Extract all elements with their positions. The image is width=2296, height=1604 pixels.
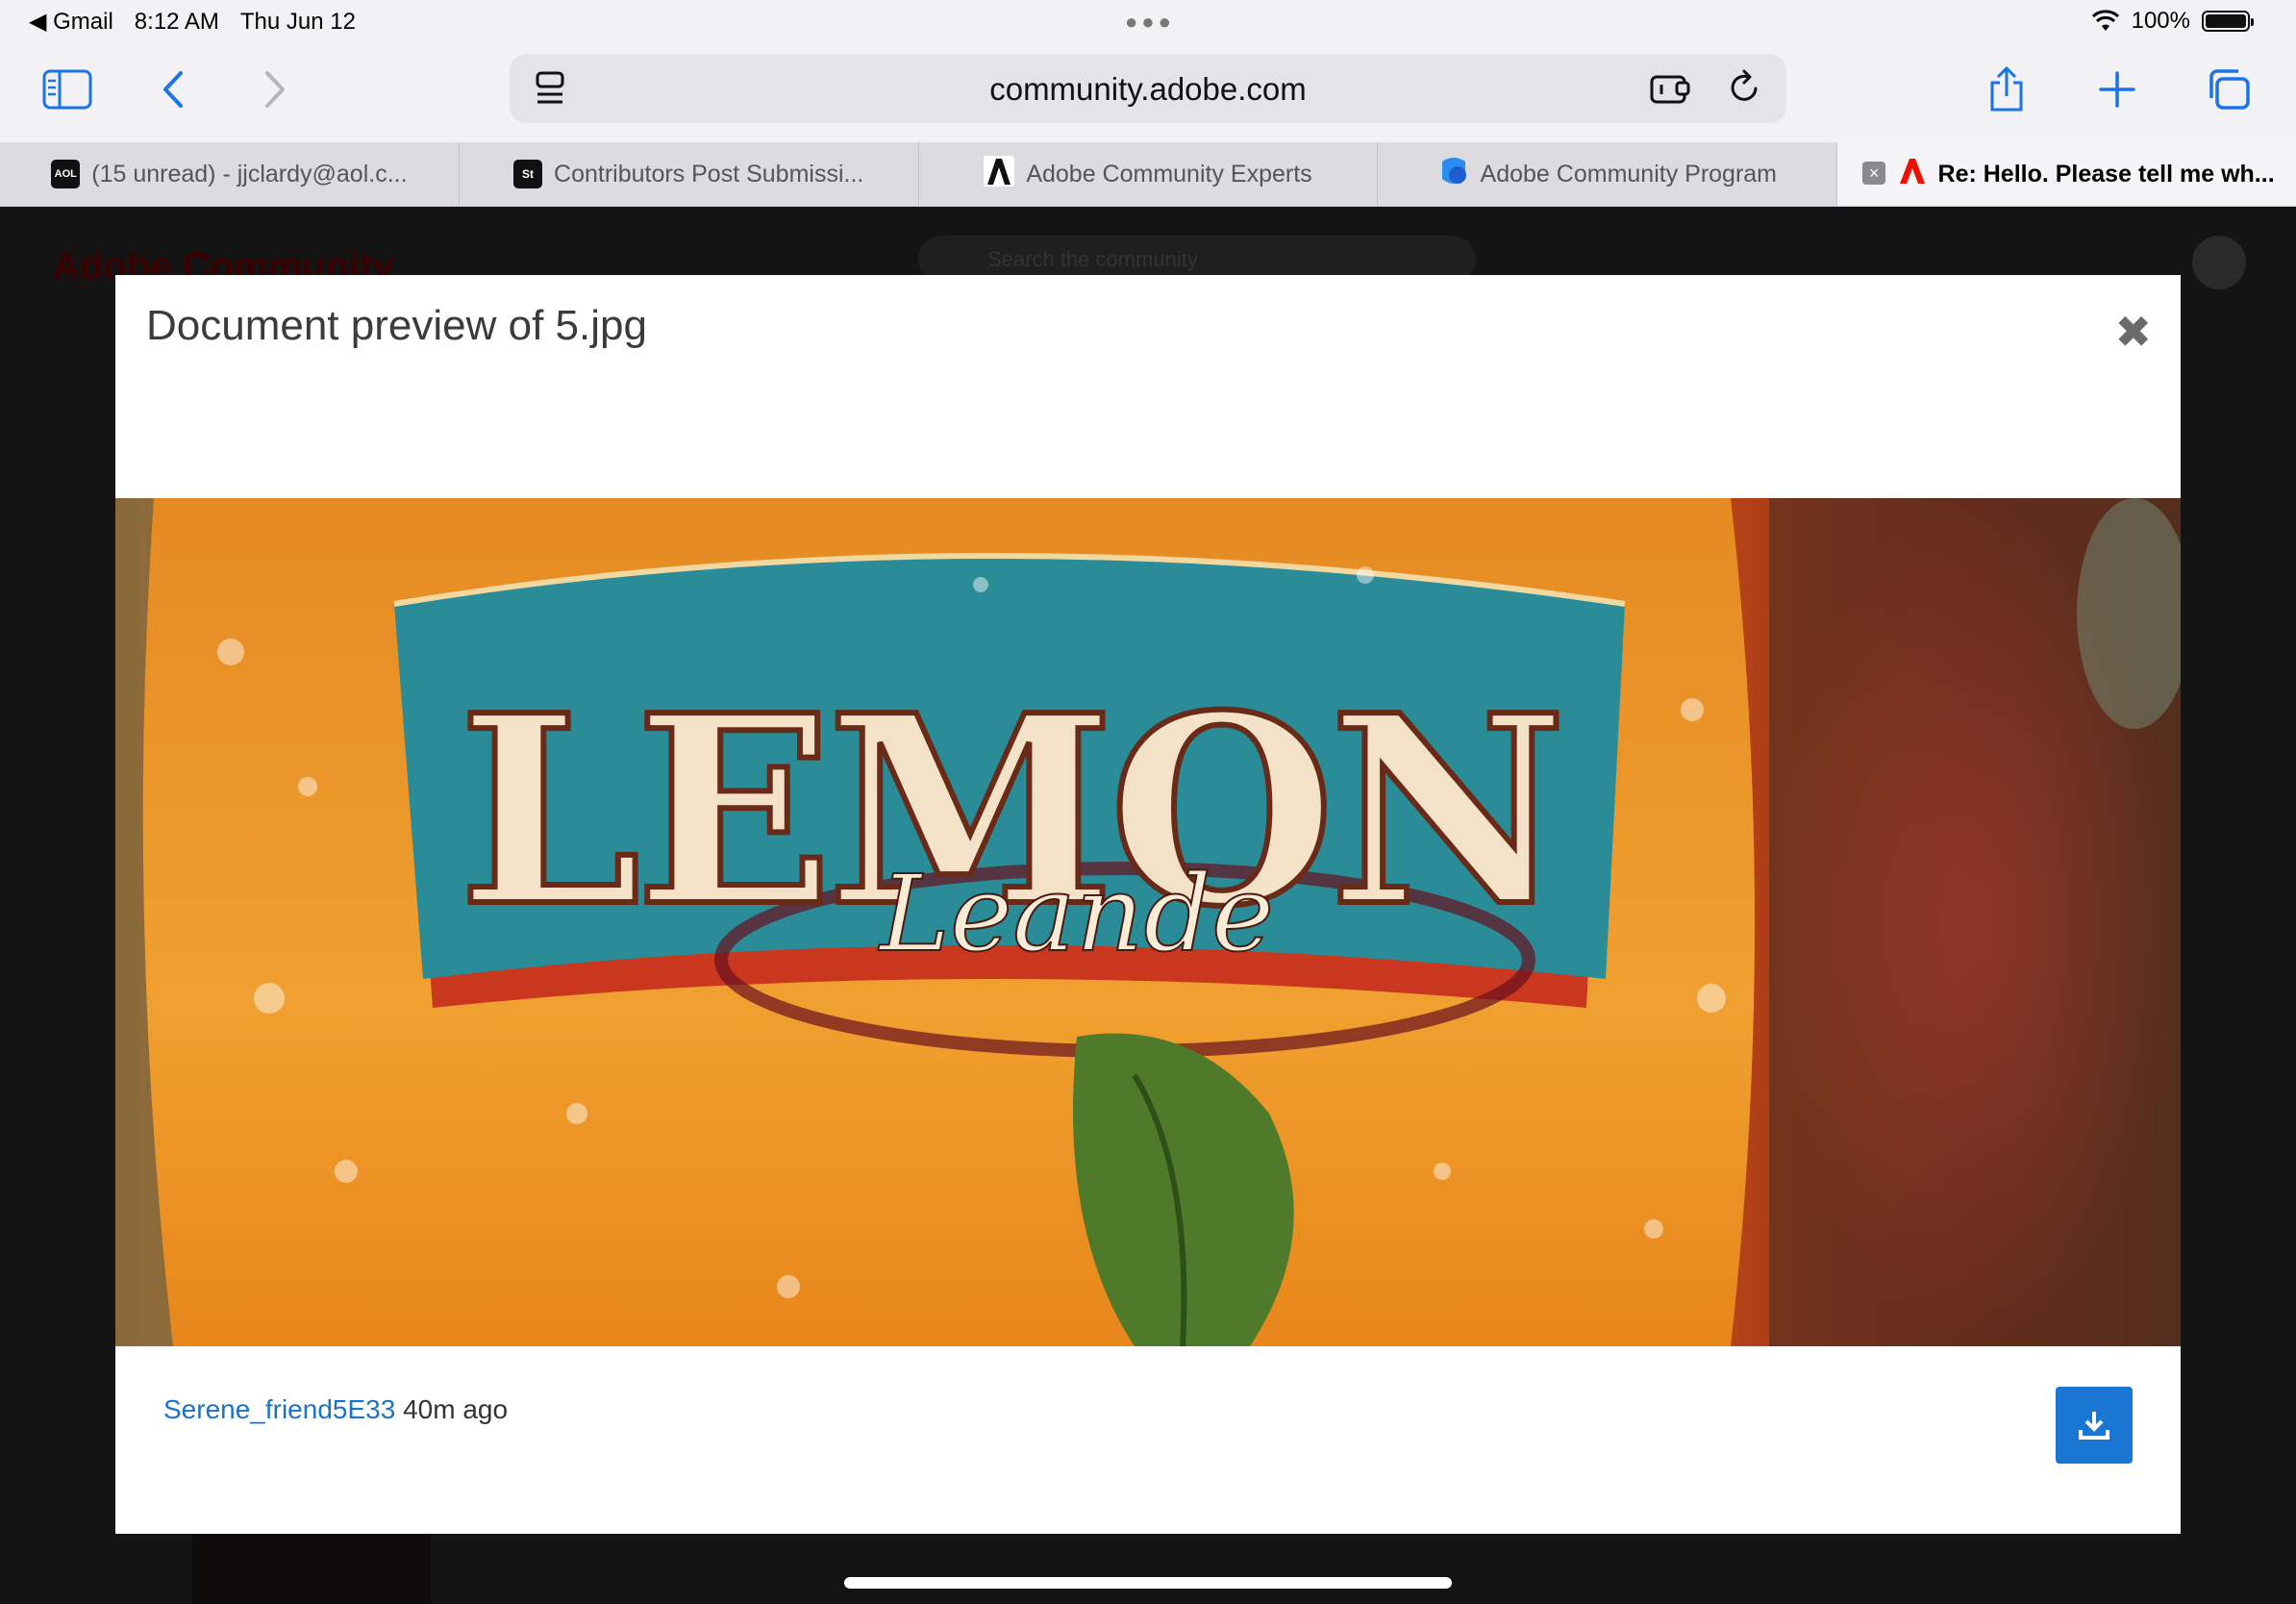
reload-icon[interactable] xyxy=(1727,69,1761,111)
share-icon[interactable] xyxy=(1986,65,2027,113)
label-script-text: Leande xyxy=(878,852,1274,975)
tab-contributors-post[interactable]: St Contributors Post Submissi... xyxy=(460,142,919,206)
download-button[interactable] xyxy=(2056,1387,2133,1464)
avatar xyxy=(2192,236,2246,289)
attachment-meta: Serene_friend5E33 40m ago xyxy=(163,1394,508,1425)
tab-community-program[interactable]: Adobe Community Program xyxy=(1378,142,1838,206)
lemon-label-photo: LEMON Leande xyxy=(115,498,2181,1346)
status-bar: ◀ Gmail 8:12 AM Thu Jun 12 ●●● 100% xyxy=(0,0,2296,46)
tab-label: Contributors Post Submissi... xyxy=(554,160,864,188)
address-bar[interactable]: community.adobe.com xyxy=(510,54,1786,123)
tab-label: (15 unread) - jjclardy@aol.c... xyxy=(91,160,408,188)
browser-toolbar: community.adobe.com xyxy=(0,46,2296,142)
aol-icon: AOL xyxy=(51,160,81,188)
extensions-icon[interactable] xyxy=(1650,71,1690,111)
tab-overview-icon[interactable] xyxy=(2206,65,2252,113)
battery-icon xyxy=(2202,11,2254,32)
home-indicator[interactable] xyxy=(844,1577,1452,1589)
close-tab-icon[interactable]: × xyxy=(1862,162,1886,185)
tab-current-thread[interactable]: × Re: Hello. Please tell me wh... xyxy=(1837,142,2296,206)
multitasking-dots-icon[interactable]: ●●● xyxy=(1125,10,1175,35)
community-icon xyxy=(1438,156,1469,193)
forward-chevron-icon[interactable] xyxy=(262,65,288,113)
tab-label: Adobe Community Program xyxy=(1480,160,1778,188)
image-preview[interactable]: LEMON Leande xyxy=(115,498,2181,1346)
tab-label: Adobe Community Experts xyxy=(1026,160,1312,188)
adobe-red-icon xyxy=(1898,157,1927,192)
status-time: 8:12 AM xyxy=(134,8,219,35)
tab-strip: AOL (15 unread) - jjclardy@aol.c... St C… xyxy=(0,142,2296,207)
close-icon[interactable]: ✖ xyxy=(2114,306,2152,358)
back-chevron-icon[interactable] xyxy=(160,65,187,113)
back-to-app-link[interactable]: ◀ Gmail xyxy=(29,8,113,36)
battery-percent: 100% xyxy=(2131,8,2190,34)
tab-community-experts[interactable]: Adobe Community Experts xyxy=(919,142,1379,206)
post-thumbnail xyxy=(192,1532,431,1604)
stock-icon: St xyxy=(513,160,543,188)
document-preview-modal: Document preview of 5.jpg ✖ LEMON Leande… xyxy=(115,275,2181,1534)
wifi-icon xyxy=(2091,10,2119,31)
modal-title: Document preview of 5.jpg xyxy=(146,302,647,349)
sidebar-toggle-icon[interactable] xyxy=(42,65,92,113)
download-icon xyxy=(2079,1412,2109,1440)
author-link[interactable]: Serene_friend5E33 xyxy=(163,1394,395,1424)
tab-aol-mail[interactable]: AOL (15 unread) - jjclardy@aol.c... xyxy=(0,142,460,206)
status-date: Thu Jun 12 xyxy=(239,8,356,35)
url-text: community.adobe.com xyxy=(989,71,1307,107)
adobe-icon xyxy=(984,155,1015,193)
posted-time: 40m ago xyxy=(403,1394,509,1424)
new-tab-plus-icon[interactable] xyxy=(2098,65,2136,113)
tab-label: Re: Hello. Please tell me wh... xyxy=(1937,160,2275,188)
